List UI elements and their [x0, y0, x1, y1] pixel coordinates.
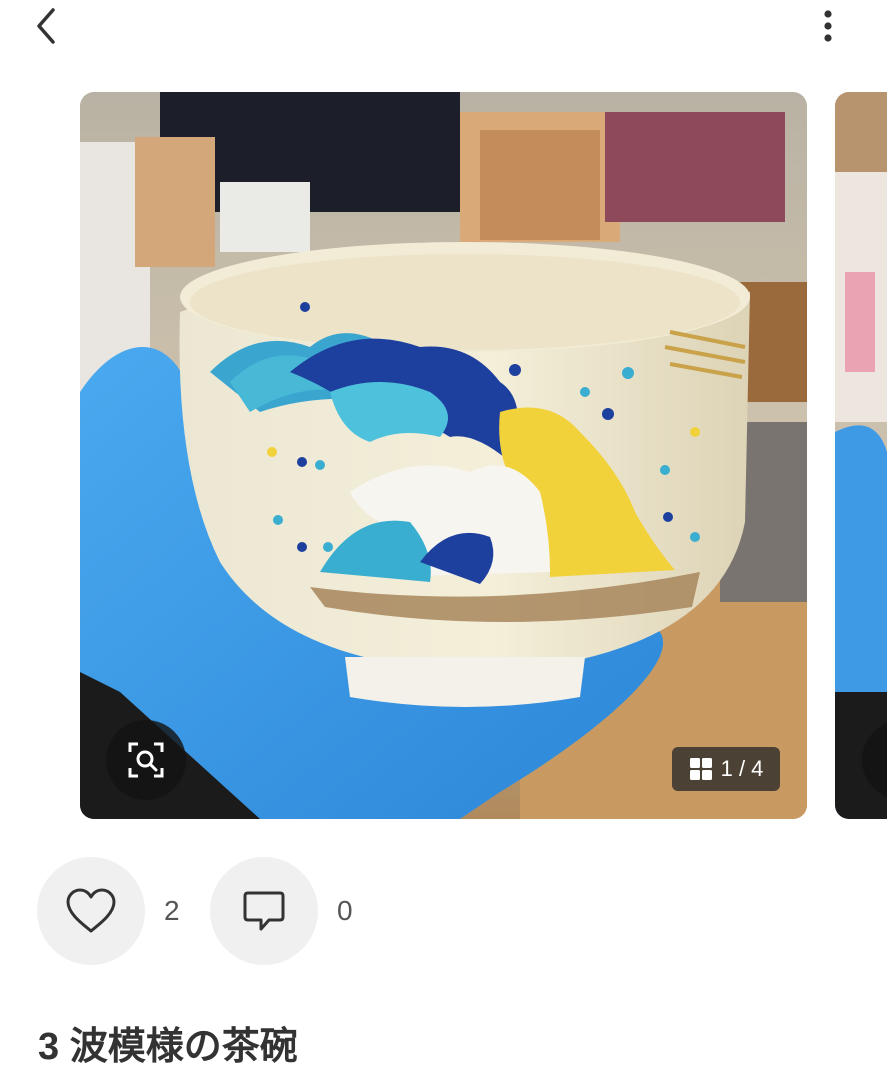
item-detail-page: 1 / 4 2 0 3 波模様の茶碗 [0, 0, 887, 1080]
chevron-left-icon [37, 8, 55, 44]
comment-button[interactable] [210, 857, 318, 965]
grid-icon [689, 758, 712, 780]
comment-count: 0 [337, 895, 353, 926]
image-counter-text: 1 / 4 [720, 756, 764, 781]
product-photo-tea-bowl [80, 92, 807, 819]
visual-search-button[interactable] [106, 720, 186, 800]
item-title: 3 波模様の茶碗 [38, 1026, 298, 1068]
like-button[interactable] [37, 857, 145, 965]
gallery-slide-current[interactable]: 1 / 4 [80, 92, 807, 819]
action-bar: 2 0 [0, 857, 887, 967]
top-bar [0, 0, 887, 60]
more-options-button[interactable] [804, 2, 852, 50]
more-vertical-icon [824, 10, 832, 42]
image-gallery[interactable]: 1 / 4 [0, 92, 887, 820]
visual-search-icon [128, 742, 164, 778]
back-button[interactable] [22, 2, 70, 50]
product-photo-next [835, 92, 887, 819]
heart-icon [66, 888, 116, 933]
like-count: 2 [164, 895, 180, 926]
gallery-slide-next[interactable] [835, 92, 887, 819]
image-counter-badge[interactable]: 1 / 4 [672, 747, 780, 791]
comment-icon [243, 891, 285, 931]
